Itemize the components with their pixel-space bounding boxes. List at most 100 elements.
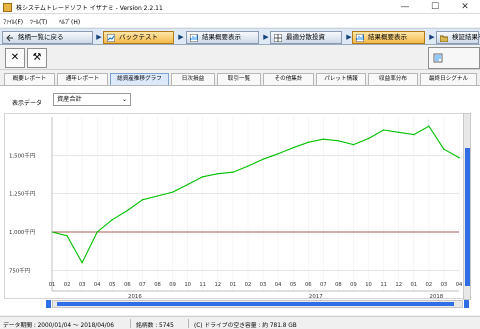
asset-data-point [352,143,355,146]
y-tick-label: 1,500千円 [9,151,35,159]
y-tick-label: 1,000千円 [9,228,35,236]
menu-file[interactable]: ﾌｧｲﾙ(F) [3,17,23,26]
x-tick-label: 04 [275,282,282,288]
tab-daily-pl[interactable]: 日次損益 [171,73,215,85]
arrow-left-icon [6,34,13,42]
horizontal-scroll-thumb[interactable] [57,302,454,306]
asset-data-point [277,153,279,155]
window-title: 株システムトレードソフト イザナミ - Version 2.2.11 [16,5,163,12]
x-tick-label: 09 [350,282,357,288]
minimize-button[interactable]: — [390,0,420,14]
maximize-button[interactable]: ☐ [420,0,450,14]
x-tick-label: 11 [380,282,387,288]
optimal-split-button[interactable]: 最適分散投資 [270,31,342,44]
asset-data-point [443,148,445,150]
backtest-label: バックテスト [119,33,158,41]
x-tick-label: 06 [124,282,131,288]
tab-pallet-info[interactable]: パレット情報 [316,73,366,85]
menu-bar: ﾌｧｲﾙ(F) ﾂｰﾙ(T) ﾍﾙﾌﾟ(H) [0,14,480,27]
navigation-bar: 銘柄一覧に戻る ▶ バックテスト ▶ 結果概要表示 ▶ 最適分散投資 ▶ 結果概… [0,28,480,45]
arrow-right-icon: ▶ [178,33,184,41]
asset-data-point [202,176,204,178]
asset-data-point [247,165,249,167]
vertical-scrollbar[interactable] [463,113,471,300]
scroll-right-edge[interactable] [464,300,469,308]
asset-data-point [217,173,219,175]
asset-data-point [413,133,415,136]
asset-data-point [337,140,340,142]
vertical-scroll-thumb[interactable] [465,148,470,286]
tab-asset-graph[interactable]: 総資産推移グラフ [110,73,169,85]
report-tabs: 概要レポート 通年レポート 総資産推移グラフ 日次損益 取引一覧 その他集計 パ… [0,73,480,85]
asset-data-point [81,261,83,264]
verify-result-button[interactable]: 検証結果を [436,31,480,44]
asset-data-point [171,191,174,193]
tab-overview-report[interactable]: 概要レポート [4,73,55,85]
active-summary-label: 結果概要表示 [368,33,407,41]
verify-result-label: 検証結果を [452,33,480,41]
chart-grid [51,117,460,291]
x-tick-label: 08 [154,282,161,288]
back-to-stock-list-button[interactable]: 銘柄一覧に戻る [2,31,93,44]
x-tick-label: 09 [169,282,176,288]
x-tick-label: 04 [94,282,101,288]
x-tick-label: 10 [365,282,372,288]
export-button[interactable] [428,47,480,69]
asset-data-point [307,141,309,143]
status-stock-count: 銘柄数 : 5745 [136,323,174,329]
x-tick-label: 07 [320,282,327,288]
tool-icon[interactable]: ⚒ [27,48,47,68]
asset-data-point [186,183,189,186]
tab-trade-list[interactable]: 取引一覧 [217,73,261,85]
asset-data-point [398,131,400,134]
display-data-select[interactable]: 資産合計 ⌄ [53,93,131,106]
export-icon [433,53,443,63]
asset-data-point [292,146,294,149]
asset-data-point [111,219,113,221]
x-tick-label: 05 [109,282,116,288]
status-drive: (C) ドライブの空き容量 : 約 781.8 GB [194,323,297,329]
chart-icon [356,34,364,42]
tab-return-distribution[interactable]: 収益率分布 [368,73,418,85]
asset-data-point [96,231,98,233]
x-tick-label: 05 [290,282,297,288]
active-summary-button[interactable]: 結果概要表示 [352,31,425,44]
x-tick-label: 03 [260,282,267,288]
asset-data-point [156,195,159,197]
chart-labels: 750千円 1,000千円 1,250千円 1,500千円 01 02 03 04 05 06 07… [9,151,463,300]
x-tick-label: 07 [139,282,146,288]
y-tick-label: 1,250千円 [9,190,35,198]
backtest-icon [107,34,115,42]
optimal-split-label: 最適分散投資 [286,33,325,41]
close-panel-icon[interactable]: ✕ [5,48,25,68]
x-tick-label: 10 [184,282,191,288]
chevron-down-icon: ⌄ [121,96,127,103]
chart-icon [190,34,198,42]
asset-data-point [367,137,370,140]
result-summary-label: 結果概要表示 [202,33,241,41]
asset-data-point [262,158,264,160]
asset-total-line [51,125,460,264]
tab-other-stats[interactable]: その他集計 [263,73,314,85]
chart-frame: 750千円 1,000千円 1,250千円 1,500千円 01 02 03 04 05 06 07… [4,113,464,300]
status-period: データ期間 : 2000/01/04 〜 2018/04/06 [3,323,114,329]
asset-data-point [428,125,430,127]
close-button[interactable]: ✕ [450,0,480,14]
result-summary-button[interactable]: 結果概要表示 [186,31,259,44]
horizontal-scrollbar[interactable] [52,300,463,308]
backtest-button[interactable]: バックテスト [103,31,174,44]
graph-panel: 表示データ 資産合計 ⌄ 750千円 1,000千円 1,250千円 1,500千円 0… [0,85,480,315]
x-tick-label: 08 [335,282,342,288]
tab-final-signal[interactable]: 最終日シグナル [420,73,477,85]
asset-line-chart: 750千円 1,000千円 1,250千円 1,500千円 01 02 03 04 05 06 07… [9,117,463,300]
x-tick-label: 03 [79,282,86,288]
scroll-left-edge[interactable] [46,300,51,308]
x-tick-label: 02 [426,282,433,288]
status-bar: データ期間 : 2000/01/04 〜 2018/04/06 銘柄数 : 57… [0,316,480,329]
y-tick-label: 750千円 [9,266,30,274]
tab-yearly-report[interactable]: 通年レポート [57,73,108,85]
asset-data-point [458,156,460,159]
menu-help[interactable]: ﾍﾙﾌﾟ(H) [59,17,80,26]
menu-tools[interactable]: ﾂｰﾙ(T) [30,17,47,26]
status-separator [130,319,131,328]
